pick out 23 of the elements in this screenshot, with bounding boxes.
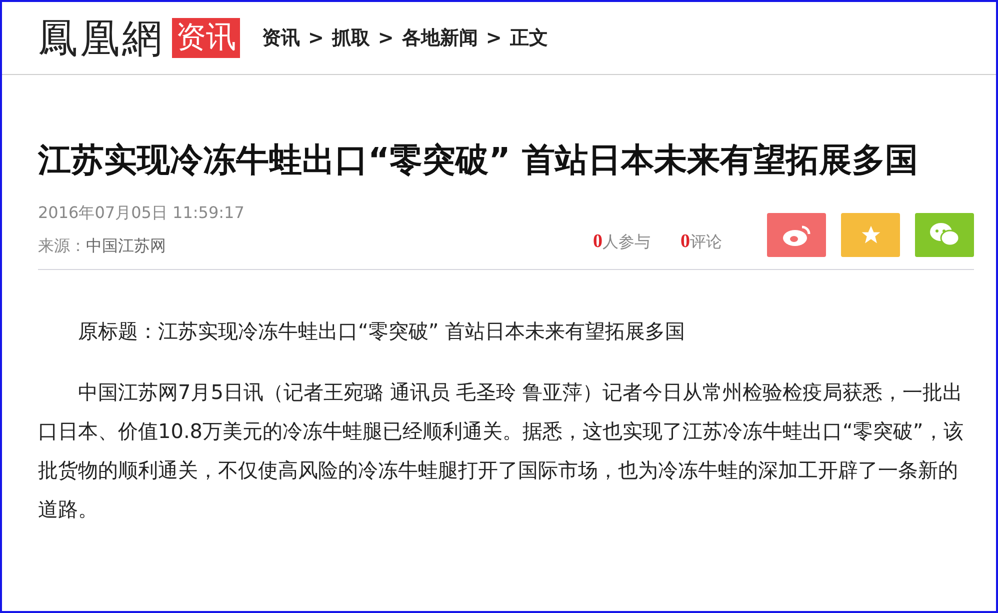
stat-count: 0评论	[680, 231, 722, 253]
weibo-share-button[interactable]	[767, 213, 826, 257]
star-icon	[860, 224, 882, 246]
site-logo[interactable]: 鳳凰網	[38, 10, 164, 66]
breadcrumb-link[interactable]: 抓取	[332, 25, 370, 51]
timestamp: 2016年07月05日 11:59:17	[38, 203, 246, 224]
stat-count: 0人参与	[593, 231, 650, 253]
breadcrumb-separator: >	[486, 27, 502, 49]
breadcrumb-separator: >	[308, 27, 324, 49]
section-badge[interactable]: 资讯	[172, 18, 240, 58]
wechat-share-button[interactable]	[915, 213, 974, 257]
wechat-icon	[928, 222, 960, 248]
breadcrumb-link[interactable]: 资讯	[262, 25, 300, 51]
weibo-icon	[782, 223, 812, 247]
favorite-share-button[interactable]	[841, 213, 900, 257]
article-title: 江苏实现冷冻牛蛙出口“零突破” 首站日本未来有望拓展多国	[38, 139, 919, 181]
breadcrumb-link[interactable]: 正文	[510, 25, 548, 51]
breadcrumb-separator: >	[378, 27, 394, 49]
source-link[interactable]: 中国江苏网	[86, 236, 166, 257]
breadcrumb-link[interactable]: 各地新闻	[402, 25, 478, 51]
article-paragraph: 原标题：江苏实现冷冻牛蛙出口“零突破” 首站日本未来有望拓展多国	[77, 318, 686, 345]
source-label: 来源：	[38, 236, 86, 257]
article-paragraph: 中国江苏网7月5日讯（记者王宛璐 通讯员 毛圣玲 鲁亚萍）记者今日从常州检验检疫局获悉，一批出口日本、价值10.8万美元的冷冻牛蛙腿已经顺利通关。据悉，这也实现了江苏冷冻牛蛙出口“零突破”，该批货物的顺利通关，不仅使高风险的冷冻牛蛙腿打开了国际市场，也为冷冻牛蛙的深加工开辟了一条新的道路。	[38, 379, 964, 523]
